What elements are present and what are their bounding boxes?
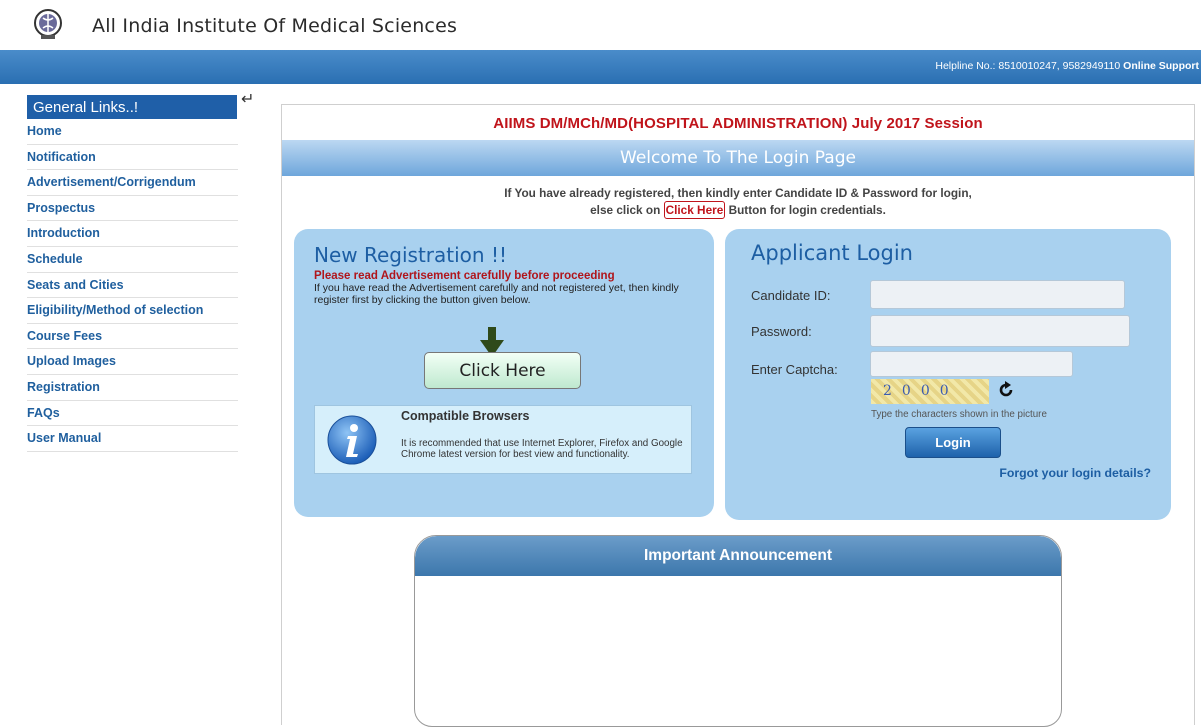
captcha-hint: Type the characters shown in the picture [871, 409, 1047, 420]
site-title: All India Institute Of Medical Sciences [92, 15, 458, 37]
sidebar-item-notification[interactable]: Notification [27, 145, 238, 171]
forgot-login-link[interactable]: Forgot your login details? [999, 466, 1151, 480]
captcha-input[interactable] [870, 351, 1073, 377]
main-content: AIIMS DM/MCh/MD(HOSPITAL ADMINISTRATION)… [281, 104, 1195, 727]
sidebar-item-schedule[interactable]: Schedule [27, 247, 238, 273]
candidate-id-input[interactable] [870, 280, 1125, 309]
session-title: AIIMS DM/MCh/MD(HOSPITAL ADMINISTRATION)… [493, 115, 983, 132]
registration-text: If you have read the Advertisement caref… [314, 282, 679, 306]
sidebar-item-prospectus[interactable]: Prospectus [27, 196, 238, 222]
applicant-login-title: Applicant Login [751, 241, 913, 265]
compatible-browsers-box: Compatible Browsers It is recommended th… [314, 405, 692, 474]
return-arrow-icon: ↵ [241, 91, 255, 108]
new-registration-panel: New Registration !! Please read Advertis… [294, 229, 714, 517]
sidebar-item-faqs[interactable]: FAQs [27, 401, 238, 427]
welcome-banner: Welcome To The Login Page [282, 140, 1194, 176]
applicant-login-panel: Applicant Login Candidate ID: Password: … [725, 229, 1171, 520]
sidebar-item-home[interactable]: Home [27, 119, 238, 145]
login-instructions: If You have already registered, then kin… [282, 185, 1194, 219]
sidebar-item-seats-cities[interactable]: Seats and Cities [27, 273, 238, 299]
online-support-link[interactable]: Online Support [1123, 60, 1199, 72]
captcha-label: Enter Captcha: [751, 362, 838, 377]
instructions-pre: else click on [590, 203, 661, 217]
aiims-emblem-icon [34, 9, 62, 39]
general-links-label: General Links..! [33, 99, 139, 116]
login-button[interactable]: Login [905, 427, 1001, 458]
info-icon [327, 415, 377, 465]
register-click-here-button[interactable]: Click Here [424, 352, 581, 389]
password-label: Password: [751, 324, 812, 339]
sidebar-item-user-manual[interactable]: User Manual [27, 426, 238, 452]
sidebar-item-registration[interactable]: Registration [27, 375, 238, 401]
site-header: All India Institute Of Medical Sciences [0, 0, 1201, 48]
sidebar-item-introduction[interactable]: Introduction [27, 221, 238, 247]
helpline-numbers: Helpline No.: 8510010247, 9582949110 [935, 60, 1121, 72]
sidebar-item-eligibility[interactable]: Eligibility/Method of selection [27, 298, 238, 324]
new-registration-title: New Registration !! [314, 243, 507, 267]
top-bar: Helpline No.: 8510010247, 9582949110 Onl… [0, 50, 1201, 84]
sidebar-item-upload-images[interactable]: Upload Images [27, 349, 238, 375]
helpline-text: Helpline No.: 8510010247, 9582949110 Onl… [935, 60, 1199, 72]
announcement-box: Important Announcement [414, 535, 1062, 727]
compatible-browsers-text: It is recommended that use Internet Expl… [401, 438, 683, 460]
announcement-title: Important Announcement [415, 536, 1061, 576]
candidate-id-label: Candidate ID: [751, 288, 831, 303]
instructions-line-1: If You have already registered, then kin… [504, 186, 972, 200]
password-input[interactable] [870, 315, 1130, 347]
sidebar-nav: Home Notification Advertisement/Corrigen… [27, 119, 238, 452]
sidebar-item-advertisement[interactable]: Advertisement/Corrigendum [27, 170, 238, 196]
refresh-captcha-icon[interactable] [997, 381, 1015, 399]
inline-click-here-link[interactable]: Click Here [663, 201, 726, 219]
captcha-image: 2000 [871, 379, 989, 404]
sidebar-item-course-fees[interactable]: Course Fees [27, 324, 238, 350]
instructions-post: Button for login credentials. [728, 203, 886, 217]
sidebar: General Links..! ↵ Home Notification Adv… [27, 91, 254, 452]
general-links-heading: General Links..! ↵ [27, 91, 254, 119]
instructions-line-2: else click on Click Here Button for logi… [282, 201, 1194, 219]
compatible-browsers-title: Compatible Browsers [401, 409, 530, 423]
registration-warning: Please read Advertisement carefully befo… [314, 270, 615, 282]
